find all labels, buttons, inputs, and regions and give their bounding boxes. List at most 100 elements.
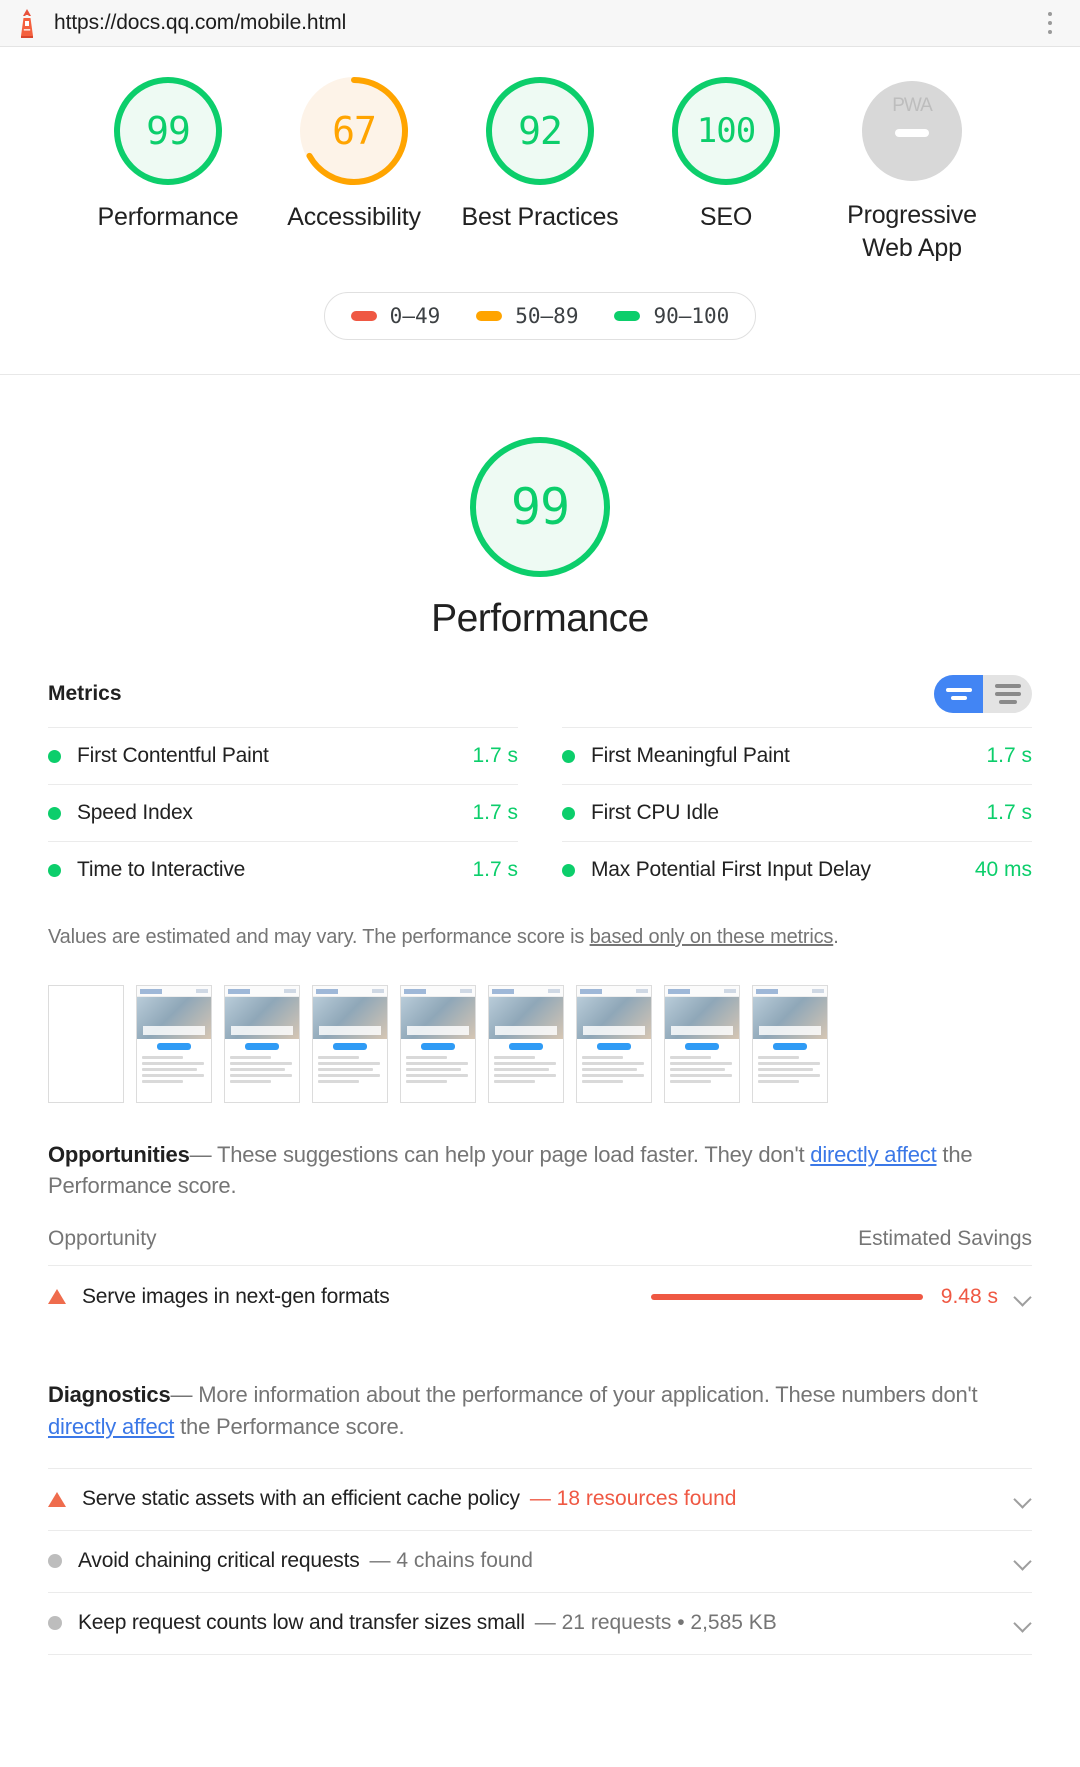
column-header-estimated-savings: Estimated Savings — [858, 1227, 1032, 1251]
metrics-disclaimer-period: . — [833, 926, 839, 948]
diagnostics-heading: Diagnostics — [48, 1382, 171, 1408]
metrics-grid: First Contentful Paint 1.7 s Speed Index… — [48, 727, 1032, 898]
metric-row[interactable]: Speed Index 1.7 s — [48, 784, 518, 841]
diagnostics-description: Diagnostics— More information about the … — [48, 1379, 1032, 1441]
chevron-down-icon[interactable] — [1014, 1490, 1032, 1508]
gauge-label-best-practices: Best Practices — [461, 203, 619, 231]
kebab-menu-icon[interactable] — [1038, 9, 1062, 37]
metrics-disclaimer-link[interactable]: based only on these metrics — [590, 926, 834, 948]
legend-chip-average — [476, 311, 503, 321]
legend-item-pass: 90–100 — [614, 304, 729, 328]
gauge-ring-best-practices: 92 — [486, 77, 594, 185]
diagnostic-row[interactable]: Avoid chaining critical requests — 4 cha… — [48, 1529, 1032, 1592]
pass-dot-icon — [48, 806, 61, 820]
legend-item-average: 50–89 — [476, 304, 578, 328]
metric-name: First CPU Idle — [591, 801, 719, 824]
metric-name: Time to Interactive — [77, 858, 246, 881]
pass-dot-icon — [562, 863, 575, 877]
gauge-ring-performance: 99 — [114, 77, 222, 185]
filmstrip-frame — [400, 985, 476, 1103]
expanded-view-icon[interactable] — [983, 675, 1032, 713]
opportunities-description: Opportunities— These suggestions can hel… — [48, 1139, 1032, 1201]
gauge-seo[interactable]: 100 SEO — [633, 77, 819, 234]
gauge-accessibility[interactable]: 67 Accessibility — [261, 77, 447, 234]
metrics-column-right: First Meaningful Paint 1.7 s First CPU I… — [538, 727, 1032, 898]
simple-view-icon[interactable] — [934, 675, 983, 713]
legend-label-pass: 90–100 — [653, 304, 730, 328]
gauge-score-best-practices: 92 — [518, 109, 563, 153]
filmstrip-frame — [224, 985, 300, 1103]
metrics-header: Metrics — [48, 675, 1032, 727]
opportunity-savings-bar — [650, 1293, 923, 1300]
filmstrip-frame — [576, 985, 652, 1103]
legend-label-fail: 0–49 — [389, 304, 441, 328]
performance-category-header: 99 Performance — [0, 375, 1080, 641]
metric-row[interactable]: Max Potential First Input Delay 40 ms — [562, 841, 1032, 898]
gauge-progressive-web-app[interactable]: PWA Progressive Web App — [819, 77, 1005, 264]
pwa-badge-icon: PWA — [862, 81, 962, 181]
legend-item-fail: 0–49 — [350, 304, 441, 328]
pass-dot-icon — [48, 863, 61, 877]
chevron-down-icon[interactable] — [1014, 1614, 1032, 1632]
metrics-view-toggle[interactable] — [934, 675, 1032, 713]
gauge-performance[interactable]: 99 Performance — [75, 77, 261, 234]
filmstrip-frame — [312, 985, 388, 1103]
diagnostics-bottom-divider — [48, 1653, 1032, 1658]
opportunities-table-header: Opportunity Estimated Savings — [48, 1201, 1032, 1265]
pwa-dash-icon — [895, 129, 929, 137]
filmstrip-frame — [752, 985, 828, 1103]
opportunities-lead-link[interactable]: directly affect — [810, 1142, 936, 1167]
chevron-down-icon[interactable] — [1014, 1288, 1032, 1306]
warning-triangle-icon — [48, 1289, 66, 1305]
metric-name: Speed Index — [77, 801, 193, 824]
neutral-dot-icon — [48, 1554, 62, 1569]
page-title: Performance — [431, 597, 649, 640]
opportunity-row[interactable]: Serve images in next-gen formats 9.48 s — [48, 1265, 1032, 1327]
metric-value: 1.7 s — [986, 801, 1032, 824]
column-header-opportunity: Opportunity — [48, 1227, 157, 1251]
url-text[interactable]: https://docs.qq.com/mobile.html — [54, 11, 1038, 35]
metric-value: 1.7 s — [472, 801, 518, 824]
metric-row[interactable]: First Contentful Paint 1.7 s — [48, 727, 518, 784]
opportunities-lead-before: These suggestions can help your page loa… — [211, 1142, 811, 1167]
gauge-ring-accessibility: 67 — [300, 77, 408, 185]
screenshot-filmstrip — [48, 985, 1032, 1103]
legend-chip-pass — [614, 311, 641, 321]
metrics-column-left: First Contentful Paint 1.7 s Speed Index… — [48, 727, 538, 898]
pwa-badge-text: PWA — [892, 95, 933, 116]
score-gauges: 99 Performance 67 Accessibility 92 Best … — [0, 77, 1080, 264]
score-legend: 0–49 50–89 90–100 — [323, 292, 757, 340]
filmstrip-frame — [488, 985, 564, 1103]
metric-value: 1.7 s — [472, 744, 518, 767]
performance-score: 99 — [510, 478, 570, 536]
pass-dot-icon — [48, 749, 61, 763]
diagnostics-lead-after: the Performance score. — [174, 1413, 405, 1439]
diagnostic-name: Serve static assets with an efficient ca… — [82, 1487, 520, 1511]
pass-dot-icon — [562, 749, 575, 763]
gauge-label-accessibility: Accessibility — [287, 203, 421, 231]
diagnostic-name: Keep request counts low and transfer siz… — [78, 1611, 525, 1635]
metric-row[interactable]: First CPU Idle 1.7 s — [562, 784, 1032, 841]
chevron-down-icon[interactable] — [1014, 1552, 1032, 1570]
diagnostic-detail: — 4 chains found — [369, 1549, 533, 1573]
lighthouse-icon — [14, 8, 40, 38]
metric-row[interactable]: Time to Interactive 1.7 s — [48, 841, 518, 898]
diagnostic-detail: — 18 resources found — [529, 1487, 737, 1511]
diagnostic-row[interactable]: Keep request counts low and transfer siz… — [48, 1591, 1032, 1654]
score-legend-row: 0–49 50–89 90–100 — [0, 264, 1080, 374]
gauge-score-accessibility: 67 — [332, 109, 377, 153]
filmstrip-frame — [664, 985, 740, 1103]
lighthouse-report-page: https://docs.qq.com/mobile.html 99 Perfo… — [0, 0, 1080, 1767]
gauge-score-seo: 100 — [696, 111, 756, 151]
metric-row[interactable]: First Meaningful Paint 1.7 s — [562, 727, 1032, 784]
browser-url-bar: https://docs.qq.com/mobile.html — [0, 0, 1080, 47]
gauge-best-practices[interactable]: 92 Best Practices — [447, 77, 633, 234]
metric-value: 1.7 s — [986, 744, 1032, 767]
diagnostic-row[interactable]: Serve static assets with an efficient ca… — [48, 1467, 1032, 1530]
metrics-disclaimer: Values are estimated and may vary. The p… — [48, 898, 1032, 951]
metric-name: Max Potential First Input Delay — [591, 858, 871, 881]
opportunities-dash: — — [189, 1142, 212, 1167]
diagnostic-name: Avoid chaining critical requests — [78, 1549, 360, 1573]
gauge-label-performance: Performance — [97, 203, 239, 231]
diagnostics-lead-link[interactable]: directly affect — [48, 1414, 174, 1439]
